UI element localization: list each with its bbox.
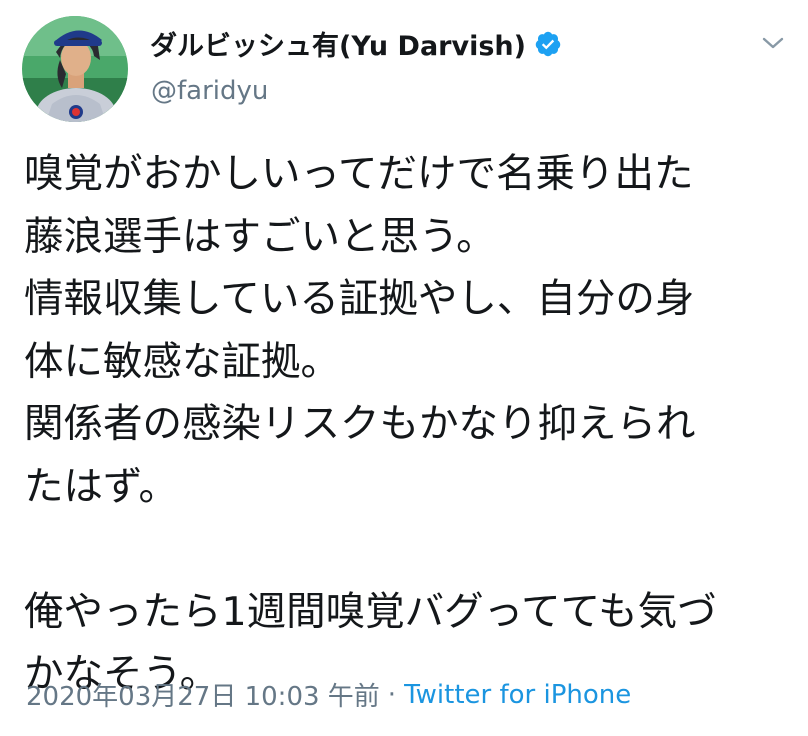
tweet-text-line: 関係者の感染リスクもかなり抑えられ [24,401,696,447]
author-handle[interactable]: @faridyu [151,76,268,106]
verified-badge-icon [534,30,562,58]
tweet-source-link[interactable]: Twitter for iPhone [404,680,631,710]
tweet-text-line: 藤浪選手はすごいと思う。 [24,213,496,260]
author-name-row[interactable]: ダルビッシュ有(Yu Darvish) [150,24,562,63]
user-avatar-photo-icon [22,16,128,122]
tweet-text: 嗅覚がおかしいってだけで名乗り出た 藤浪選手はすごいと思う。 情報収集している証… [24,143,794,706]
tweet-timestamp[interactable]: 2020年03月27日 10:03 午前 [26,676,380,713]
meta-separator: · [387,679,397,710]
tweet-text-line: 嗅覚がおかしいってだけで名乗り出た [24,151,694,197]
tweet-meta: 2020年03月27日 10:03 午前 · Twitter for iPhon… [26,676,631,713]
chevron-down-icon[interactable] [760,34,786,52]
avatar[interactable] [22,16,128,122]
tweet-text-line: 情報収集している証拠やし、自分の身 [24,276,695,322]
tweet-card: ダルビッシュ有(Yu Darvish) @faridyu 嗅覚がおかしいってだけ… [0,0,808,736]
tweet-text-line: 体に敏感な証拠。 [24,338,340,385]
author-display-name[interactable]: ダルビッシュ有(Yu Darvish) [150,24,526,63]
tweet-text-line: 俺やったら1週間嗅覚バグってても気づ [24,588,717,635]
tweet-text-line: たはず。 [24,463,179,510]
